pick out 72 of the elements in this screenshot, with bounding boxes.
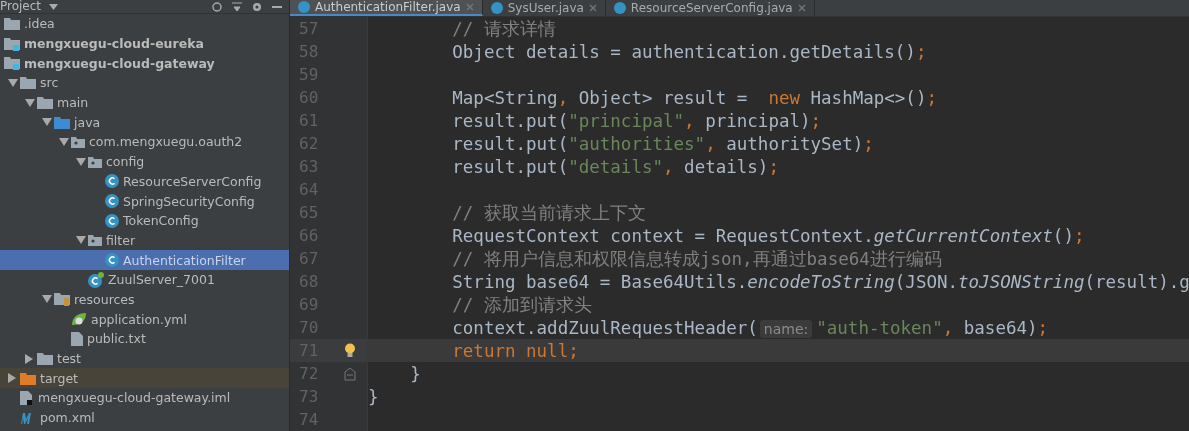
code-line: RequestContext context = RequestContext.getCurrentContext(); bbox=[451, 225, 1085, 246]
code-line: Object details = authentication.getDetails(); bbox=[451, 41, 927, 62]
code-line: // 获取当前请求上下文 bbox=[451, 201, 646, 225]
module-folder-icon bbox=[4, 36, 20, 51]
target-icon[interactable] bbox=[211, 1, 223, 12]
code-line: } bbox=[368, 386, 379, 407]
code-line: // 请求详情 bbox=[451, 17, 556, 41]
collapse-icon[interactable] bbox=[231, 1, 243, 12]
code-line: } bbox=[409, 363, 421, 384]
tree-item[interactable]: TokenConfig bbox=[0, 210, 289, 231]
tree-item[interactable]: mengxuegu-cloud-gateway.iml bbox=[0, 388, 289, 408]
tree-item[interactable]: java bbox=[0, 112, 289, 133]
expanded-arrow-icon[interactable] bbox=[42, 295, 52, 304]
tree-item[interactable]: test bbox=[0, 348, 289, 369]
tree-item[interactable]: com.mengxuegu.oauth2 bbox=[0, 132, 289, 152]
folder-icon bbox=[4, 17, 20, 31]
panel-title[interactable]: Project bbox=[0, 0, 42, 13]
collapsed-arrow-icon[interactable] bbox=[8, 373, 16, 384]
tree-item[interactable]: SpringSecurityConfig bbox=[0, 191, 289, 211]
close-icon[interactable] bbox=[797, 4, 806, 12]
editor-tab[interactable]: ResourceServerConfig.java bbox=[605, 0, 815, 16]
resources-folder-icon bbox=[54, 292, 70, 307]
tree-item[interactable]: filter bbox=[0, 230, 289, 251]
code-line: // 将用户信息和权限信息转成json,再通过base64进行编码 bbox=[451, 247, 942, 271]
settings-icon[interactable] bbox=[251, 1, 263, 12]
folder-icon bbox=[37, 96, 53, 110]
file-icon bbox=[20, 390, 34, 405]
collapsed-arrow-icon[interactable] bbox=[25, 353, 33, 364]
editor-tab[interactable]: AuthenticationFilter.java bbox=[290, 0, 483, 16]
leaf-icon bbox=[71, 312, 87, 327]
expanded-arrow-icon[interactable] bbox=[76, 236, 86, 245]
expanded-arrow-icon[interactable] bbox=[76, 157, 86, 166]
code-line: result.put("principal", principal); bbox=[451, 110, 822, 131]
tree-item[interactable]: public.txt bbox=[0, 329, 289, 349]
code-line: context.addZuulRequestHeader( name: "auth-token", base64); bbox=[451, 317, 1049, 338]
tree-item[interactable]: config bbox=[0, 151, 289, 172]
expanded-arrow-icon[interactable] bbox=[42, 118, 52, 127]
package-icon bbox=[71, 135, 85, 148]
module-folder-icon bbox=[4, 56, 20, 71]
code-line: Map<String, Object> result = new HashMap<>(); bbox=[451, 87, 937, 108]
tree-item[interactable]: main bbox=[0, 92, 289, 113]
code-line: return null; bbox=[451, 340, 579, 361]
code-line: result.put("details", details); bbox=[451, 156, 779, 177]
package-icon bbox=[88, 155, 102, 168]
folder-icon bbox=[54, 115, 70, 129]
tree-item[interactable]: .idea bbox=[0, 14, 289, 34]
folder-icon bbox=[20, 371, 36, 385]
folder-icon bbox=[37, 352, 53, 366]
tree-item[interactable]: src bbox=[0, 73, 289, 93]
expanded-arrow-icon[interactable] bbox=[8, 78, 18, 87]
code-line: result.put("authorities", authoritySet); bbox=[451, 133, 874, 154]
folder-icon bbox=[20, 76, 36, 90]
tree-item[interactable]: ZuulServer_7001 bbox=[0, 269, 289, 290]
code-line: String base64 = Base64Utils.encodeToString(JSON.toJSONString(result).g bbox=[451, 271, 1189, 292]
tree-item[interactable]: ResourceServerConfig bbox=[0, 171, 289, 192]
tree-item[interactable]: mengxuegu-cloud-gateway bbox=[0, 53, 289, 74]
tree-item[interactable]: application.yml bbox=[0, 309, 289, 329]
fold-icon[interactable] bbox=[344, 366, 356, 381]
tree-item[interactable]: mengxuegu-cloud-eureka bbox=[0, 33, 289, 54]
editor-tab[interactable]: SysUser.java bbox=[482, 0, 606, 16]
file-icon bbox=[71, 331, 83, 346]
code-line: // 添加到请求头 bbox=[451, 293, 592, 317]
expanded-arrow-icon[interactable] bbox=[59, 137, 69, 146]
tree-item[interactable]: pom.xml bbox=[0, 407, 289, 428]
tree-item[interactable]: resources bbox=[0, 289, 289, 310]
tree-item[interactable]: target bbox=[0, 368, 289, 389]
package-icon bbox=[88, 234, 102, 247]
tree-item[interactable]: AuthenticationFilter bbox=[0, 250, 289, 270]
close-icon[interactable] bbox=[588, 4, 597, 12]
caret-icon[interactable] bbox=[49, 3, 59, 10]
lightbulb-icon[interactable] bbox=[344, 343, 356, 358]
expanded-arrow-icon[interactable] bbox=[25, 98, 35, 107]
